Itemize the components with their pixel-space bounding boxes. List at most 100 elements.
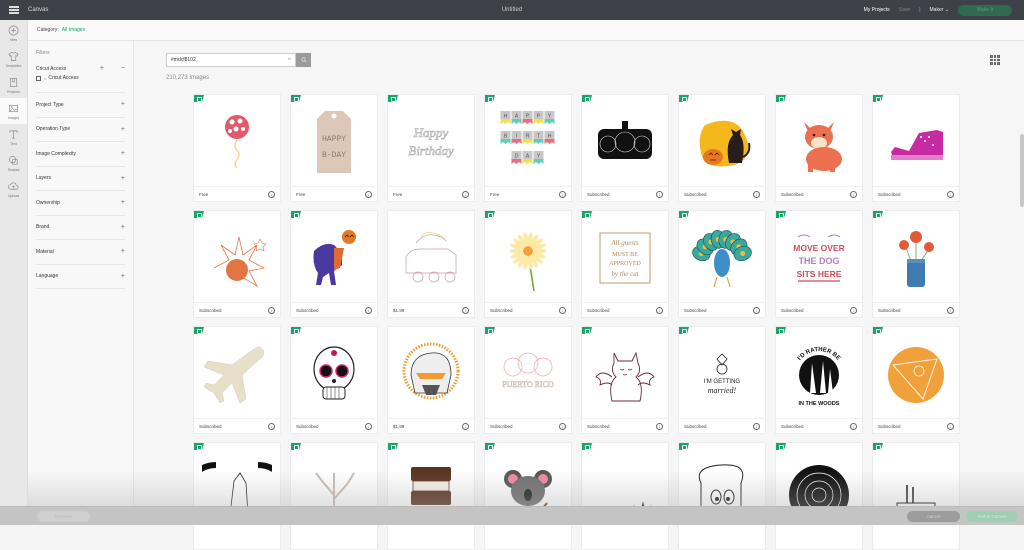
image-card[interactable]: Subscribed i xyxy=(581,94,669,202)
image-card[interactable]: Subscribed i xyxy=(193,210,281,318)
card-footer: Subscribed i xyxy=(582,186,668,201)
machine-select[interactable]: Maker ⌄ xyxy=(930,7,950,13)
info-icon[interactable]: i xyxy=(559,422,566,430)
image-card[interactable]: LOVE YOU xyxy=(387,442,475,550)
filter-section[interactable]: Layers + xyxy=(36,167,125,191)
filter-section[interactable]: Ownership + xyxy=(36,191,125,216)
filter-section[interactable]: Language + xyxy=(36,265,125,289)
rail-shapes[interactable]: Shapes xyxy=(0,150,27,176)
filter-label: Project Type xyxy=(36,101,64,108)
image-card[interactable]: Subscribed i xyxy=(872,94,960,202)
image-card[interactable] xyxy=(484,442,572,550)
image-card[interactable] xyxy=(678,442,766,550)
info-icon[interactable]: i xyxy=(753,422,760,430)
card-price: Subscribed xyxy=(684,191,707,197)
rail-text[interactable]: Text xyxy=(0,124,27,150)
card-footer: Subscribed i xyxy=(873,418,959,433)
clear-icon[interactable]: × xyxy=(287,57,291,63)
rail-label: Templates xyxy=(5,63,22,68)
remove-button[interactable]: Remove xyxy=(37,511,90,522)
checkbox[interactable] xyxy=(36,75,41,81)
info-icon[interactable]: i xyxy=(753,306,760,314)
make-it-button[interactable]: Make It xyxy=(958,4,1012,16)
image-card[interactable]: HAPPY B-DAY Free i xyxy=(290,94,378,202)
filter-section[interactable]: Project Type + xyxy=(36,93,125,118)
info-icon[interactable]: i xyxy=(462,306,469,314)
info-icon[interactable]: i xyxy=(365,306,372,314)
image-card[interactable]: $1.99 i xyxy=(387,210,475,318)
info-icon[interactable]: i xyxy=(268,306,275,314)
info-icon[interactable]: i xyxy=(850,306,857,314)
image-card[interactable] xyxy=(290,442,378,550)
filter-label: Language xyxy=(36,273,59,280)
info-icon[interactable]: i xyxy=(753,190,760,198)
filter-section[interactable]: Material + xyxy=(36,240,125,265)
search-button[interactable] xyxy=(296,53,311,67)
info-icon[interactable]: i xyxy=(947,190,954,198)
image-card[interactable]: Free i xyxy=(193,94,281,202)
info-icon[interactable]: i xyxy=(656,422,663,430)
image-card[interactable]: $1.99 i xyxy=(387,326,475,434)
image-card[interactable]: Subscribed i xyxy=(678,94,766,202)
image-card[interactable]: I'D RATHER BE IN THE WOODS Subscribed i xyxy=(775,326,863,434)
image-card[interactable]: Subscribed i xyxy=(484,210,572,318)
image-card[interactable]: Subscribed i xyxy=(678,210,766,318)
search-input[interactable]: #mdcf8102 × xyxy=(166,53,296,67)
info-icon[interactable]: i xyxy=(656,190,663,198)
save-button[interactable]: Save xyxy=(899,7,910,13)
hamburger-menu-icon[interactable] xyxy=(0,9,28,11)
image-card[interactable]: Subscribed i xyxy=(193,326,281,434)
info-icon[interactable]: i xyxy=(462,422,469,430)
cricut-access-option[interactable]: ⌂ Cricut Access xyxy=(36,75,125,93)
corgi-image xyxy=(804,121,842,172)
image-card[interactable]: Subscribed i xyxy=(775,94,863,202)
image-card[interactable] xyxy=(872,442,960,550)
info-icon[interactable]: i xyxy=(559,190,566,198)
image-card[interactable]: H A P P Y B I R T H D A Y Free i xyxy=(484,94,572,202)
add-to-canvas-button[interactable]: Add to Canvas xyxy=(966,511,1018,522)
card-price: Free xyxy=(393,191,403,197)
image-card[interactable]: Subscribed i xyxy=(581,326,669,434)
image-card[interactable]: I'M GETTING married! Subscribed i xyxy=(678,326,766,434)
image-card[interactable] xyxy=(775,442,863,550)
image-card[interactable]: Subscribed i xyxy=(290,326,378,434)
grid-view-icon[interactable] xyxy=(990,55,1000,65)
card-thumbnail: MOVE OVER THE DOG SITS HERE xyxy=(776,211,862,304)
rail-templates[interactable]: Templates xyxy=(0,46,27,72)
filter-label: Material xyxy=(36,248,54,255)
expand-icon[interactable]: + xyxy=(100,65,104,72)
image-card[interactable]: PUERTO RICO Subscribed i xyxy=(484,326,572,434)
rail-images[interactable]: Images xyxy=(0,98,27,124)
cancel-button[interactable]: Cancel xyxy=(907,511,960,522)
info-icon[interactable]: i xyxy=(947,422,954,430)
info-icon[interactable]: i xyxy=(850,422,857,430)
filter-section[interactable]: Operation Type + xyxy=(36,118,125,142)
image-card[interactable]: Subscribed i xyxy=(872,210,960,318)
my-projects-link[interactable]: My Projects xyxy=(864,7,890,13)
info-icon[interactable]: i xyxy=(947,306,954,314)
filter-section[interactable]: Image Complexity + xyxy=(36,142,125,167)
card-footer: Subscribed i xyxy=(291,302,377,317)
scrollbar[interactable] xyxy=(1020,134,1024,207)
image-card[interactable]: All guests MUST BE APPROVED by the cat Subsc… xyxy=(581,210,669,318)
image-card[interactable] xyxy=(193,442,281,550)
info-icon[interactable]: i xyxy=(365,422,372,430)
info-icon[interactable]: i xyxy=(268,422,275,430)
image-card[interactable]: Subscribed i xyxy=(290,210,378,318)
rail-new[interactable]: New xyxy=(0,20,27,46)
rail-projects[interactable]: Projects xyxy=(0,72,27,98)
rail-upload[interactable]: Upload xyxy=(0,176,27,202)
image-card[interactable]: MOVE OVER THE DOG SITS HERE Subscribed i xyxy=(775,210,863,318)
image-card[interactable] xyxy=(581,442,669,550)
info-icon[interactable]: i xyxy=(559,306,566,314)
info-icon[interactable]: i xyxy=(462,190,469,198)
collapse-icon[interactable]: − xyxy=(121,65,125,72)
filter-section[interactable]: Brand + xyxy=(36,216,125,240)
info-icon[interactable]: i xyxy=(268,190,275,198)
image-card[interactable]: Happy Birthday Free i xyxy=(387,94,475,202)
info-icon[interactable]: i xyxy=(365,190,372,198)
image-card[interactable]: Subscribed i xyxy=(872,326,960,434)
info-icon[interactable]: i xyxy=(850,190,857,198)
info-icon[interactable]: i xyxy=(656,306,663,314)
category-link[interactable]: All Images xyxy=(62,27,85,33)
